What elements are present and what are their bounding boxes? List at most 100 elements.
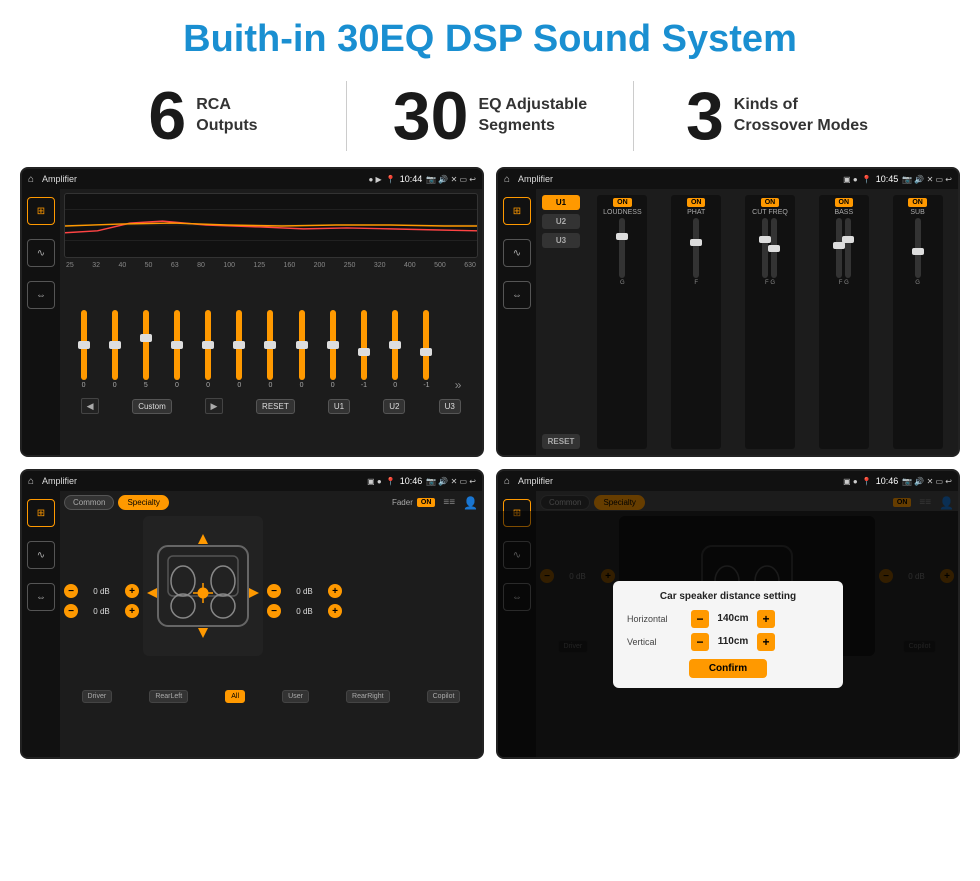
fader-screen-content: ⊞ ∿ ⇔ Common Specialty Fader ON ≡≡ 👤 <box>22 491 482 757</box>
stat-label-rca: RCAOutputs <box>196 95 257 137</box>
freq-100: 100 <box>223 262 235 269</box>
eq-slider-col: 0 <box>205 307 211 392</box>
driver-btn[interactable]: Driver <box>82 690 113 703</box>
status-time-fader: 10:46 <box>400 476 423 486</box>
crossover-sidebar: ⊞ ∿ ⇔ <box>498 189 536 455</box>
status-bar-fader: ⌂ Amplifier ▣ ● 📍 10:46 📷 🔊 ✕ ▭ ↩ <box>22 471 482 491</box>
home-icon-dialog[interactable]: ⌂ <box>504 476 510 487</box>
freq-200: 200 <box>314 262 326 269</box>
channel-bass: ON BASS F G <box>819 195 869 449</box>
horizontal-minus[interactable]: − <box>691 610 709 628</box>
horizontal-plus[interactable]: + <box>757 610 775 628</box>
slider-track-7[interactable] <box>267 310 273 380</box>
fader-sidebar-icon-2[interactable]: ∿ <box>27 541 55 569</box>
fader-header: Common Specialty Fader ON ≡≡ 👤 <box>64 495 478 510</box>
channel-label-phat: PHAT <box>687 209 705 216</box>
vol-minus-rl[interactable]: − <box>64 604 78 618</box>
mode-common[interactable]: Common <box>64 495 114 510</box>
on-badge-phat[interactable]: ON <box>687 198 706 207</box>
cross-sidebar-icon-3[interactable]: ⇔ <box>503 281 531 309</box>
rearright-btn[interactable]: RearRight <box>346 690 390 703</box>
eq-sidebar: ⊞ ∿ ⇔ <box>22 189 60 455</box>
on-badge-bass[interactable]: ON <box>835 198 854 207</box>
vol-minus-rr[interactable]: − <box>267 604 281 618</box>
user-btn[interactable]: User <box>282 690 309 703</box>
cross-sidebar-icon-1[interactable]: ⊞ <box>503 197 531 225</box>
mode-specialty[interactable]: Specialty <box>118 495 168 510</box>
rearleft-btn[interactable]: RearLeft <box>149 690 188 703</box>
all-btn[interactable]: All <box>225 690 245 703</box>
stat-number-3: 3 <box>686 82 724 150</box>
slider-track-5[interactable] <box>205 310 211 380</box>
home-icon-eq[interactable]: ⌂ <box>28 174 34 185</box>
preset-u1[interactable]: U1 <box>542 195 580 210</box>
slider-track-6[interactable] <box>236 310 242 380</box>
crossover-presets: U1 U2 U3 RESET <box>542 195 580 449</box>
slider-track-1[interactable] <box>81 310 87 380</box>
vol-plus-rl[interactable]: + <box>125 604 139 618</box>
expand-arrows[interactable]: » <box>455 378 462 392</box>
on-badge-cutfreq[interactable]: ON <box>761 198 780 207</box>
eq-sidebar-icon-1[interactable]: ⊞ <box>27 197 55 225</box>
preset-u2[interactable]: U2 <box>542 214 580 229</box>
freq-25: 25 <box>66 262 74 269</box>
status-icons-cross: 📷 🔊 ✕ ▭ ↩ <box>902 175 952 184</box>
screen-crossover: ⌂ Amplifier ▣ ● 📍 10:45 📷 🔊 ✕ ▭ ↩ ⊞ ∿ ⇔ … <box>496 167 960 457</box>
status-title-cross: Amplifier <box>518 174 839 184</box>
fader-left-vols: − 0 dB + − 0 dB + <box>64 516 139 686</box>
eq-slider-col: 0 <box>81 307 87 392</box>
slider-track-8[interactable] <box>299 310 305 380</box>
home-icon-cross[interactable]: ⌂ <box>504 174 510 185</box>
eq-slider-col: 0 <box>112 307 118 392</box>
slider-track-4[interactable] <box>174 310 180 380</box>
u1-button-eq[interactable]: U1 <box>328 399 350 414</box>
vol-minus-fr[interactable]: − <box>267 584 281 598</box>
screen-dialog: ⌂ Amplifier ▣ ● 📍 10:46 📷 🔊 ✕ ▭ ↩ ⊞ ∿ ⇔ … <box>496 469 960 759</box>
screen-fader: ⌂ Amplifier ▣ ● 📍 10:46 📷 🔊 ✕ ▭ ↩ ⊞ ∿ ⇔ … <box>20 469 484 759</box>
reset-button-eq[interactable]: RESET <box>256 399 295 414</box>
slider-track-3[interactable] <box>143 310 149 380</box>
copilot-btn[interactable]: Copilot <box>427 690 461 703</box>
slider-track-11[interactable] <box>392 310 398 380</box>
eq-bottom-bar: ◀ Custom ▶ RESET U1 U2 U3 <box>64 396 478 416</box>
eq-sidebar-icon-3[interactable]: ⇔ <box>27 281 55 309</box>
prev-preset-button[interactable]: ◀ <box>81 398 99 414</box>
vol-minus-fl[interactable]: − <box>64 584 78 598</box>
on-badge-loudness[interactable]: ON <box>613 198 632 207</box>
fader-sidebar-icon-1[interactable]: ⊞ <box>27 499 55 527</box>
status-title-fader: Amplifier <box>42 476 363 486</box>
cross-sidebar-icon-2[interactable]: ∿ <box>503 239 531 267</box>
eq-sidebar-icon-2[interactable]: ∿ <box>27 239 55 267</box>
slider-track-2[interactable] <box>112 310 118 380</box>
u3-button-eq[interactable]: U3 <box>439 399 461 414</box>
fader-sidebar-icon-3[interactable]: ⇔ <box>27 583 55 611</box>
fader-content: − 0 dB + − 0 dB + <box>64 516 478 686</box>
vol-plus-fr[interactable]: + <box>328 584 342 598</box>
on-toggle-fader[interactable]: ON <box>417 498 436 507</box>
vertical-minus[interactable]: − <box>691 633 709 651</box>
reset-btn-cross[interactable]: RESET <box>542 434 580 449</box>
channel-loudness: ON LOUDNESS G <box>597 195 647 449</box>
home-icon-fader[interactable]: ⌂ <box>28 476 34 487</box>
freq-400: 400 <box>404 262 416 269</box>
fader-sliders-icon: ≡≡ <box>443 497 455 508</box>
preset-u3[interactable]: U3 <box>542 233 580 248</box>
next-preset-button[interactable]: ▶ <box>205 398 223 414</box>
eq-sliders: 0 0 5 0 0 <box>64 272 478 392</box>
confirm-button[interactable]: Confirm <box>689 659 767 678</box>
location-icon-fader: 📍 <box>386 477 396 486</box>
screenshots-grid: ⌂ Amplifier ● ▶ 📍 10:44 📷 🔊 ✕ ▭ ↩ ⊞ ∿ ⇔ <box>0 167 980 769</box>
slider-track-12[interactable] <box>423 310 429 380</box>
fader-sidebar: ⊞ ∿ ⇔ <box>22 491 60 757</box>
on-badge-sub[interactable]: ON <box>908 198 927 207</box>
slider-track-10[interactable] <box>361 310 367 380</box>
status-bar-dialog: ⌂ Amplifier ▣ ● 📍 10:46 📷 🔊 ✕ ▭ ↩ <box>498 471 958 491</box>
vertical-plus[interactable]: + <box>757 633 775 651</box>
dialog-confirm-row: Confirm <box>627 659 829 678</box>
play-icons-cross: ▣ ● <box>843 175 858 184</box>
vol-plus-rr[interactable]: + <box>328 604 342 618</box>
slider-track-9[interactable] <box>330 310 336 380</box>
u2-button-eq[interactable]: U2 <box>383 399 405 414</box>
vol-plus-fl[interactable]: + <box>125 584 139 598</box>
eq-slider-col: 0 <box>330 307 336 392</box>
